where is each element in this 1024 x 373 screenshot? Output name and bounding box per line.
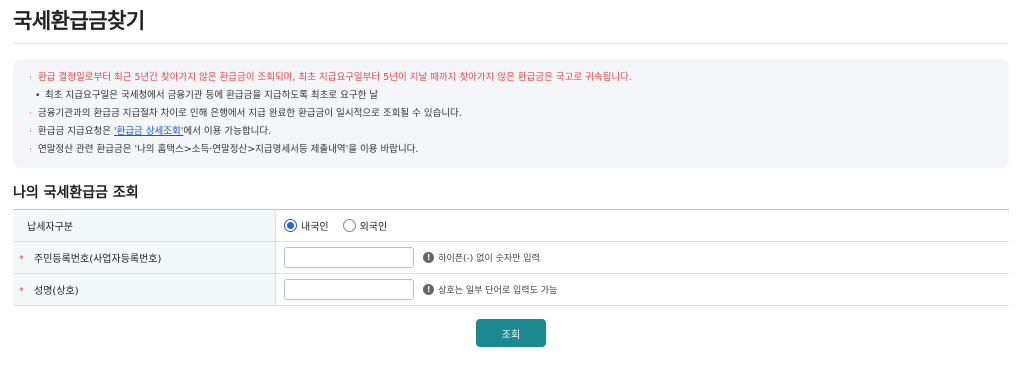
- id-number-label: 주민등록번호(사업자등록번호): [34, 254, 162, 265]
- bullet-icon: ·: [29, 109, 32, 119]
- page-title: 국세환급금찾기: [13, 9, 145, 33]
- required-mark: *: [19, 254, 24, 265]
- info-icon: !: [423, 284, 435, 295]
- title-divider: [13, 43, 1009, 44]
- notice-item: · 연말정산 관련 환급금은 '나의 홈택스>소득·연말정산>지급명세서등 제출…: [29, 141, 1009, 159]
- bullet-icon: ·: [29, 127, 32, 137]
- radio-domestic[interactable]: 내국인: [284, 218, 329, 233]
- radio-foreigner[interactable]: 외국인: [342, 218, 387, 233]
- form-row-name: * 성명(상호) ! 상호는 일부 단어로 입력도 가능: [13, 273, 1009, 306]
- bullet-icon: •: [35, 91, 41, 101]
- id-number-input[interactable]: [284, 247, 414, 268]
- notice-box: · 환급 결정일로부터 최근 5년간 찾아가지 않은 환급금이 조회되며, 최초…: [13, 59, 1009, 168]
- notice-item: · 환급금 지급요청은 '환급금 상세조회'에서 이용 가능합니다.: [29, 123, 1009, 141]
- info-icon: !: [423, 252, 435, 263]
- form-row-id-number: * 주민등록번호(사업자등록번호) ! 하이픈(-) 없이 숫자만 입력: [13, 241, 1009, 274]
- radio-unchecked-icon[interactable]: [342, 219, 356, 232]
- notice-sub-item: • 최초 지급요구일은 국세청에서 금융기관 등에 환급금을 지급하도록 최초로…: [29, 87, 1009, 105]
- name-label: 성명(상호): [34, 286, 79, 297]
- taxpayer-type-label: 납세자구분: [13, 209, 276, 242]
- search-button[interactable]: 조회: [476, 319, 546, 347]
- notice-item: · 환급 결정일로부터 최근 5년간 찾아가지 않은 환급금이 조회되며, 최초…: [29, 69, 1009, 87]
- bullet-icon: ·: [29, 145, 32, 155]
- id-number-hint: ! 하이픈(-) 없이 숫자만 입력: [423, 251, 540, 264]
- bullet-icon: ·: [29, 73, 32, 83]
- refund-detail-link[interactable]: '환급금 상세조회': [114, 126, 183, 137]
- name-input[interactable]: [284, 279, 414, 300]
- name-hint: ! 상호는 일부 단어로 입력도 가능: [423, 283, 557, 296]
- refund-search-form: 납세자구분 내국인 외국인 * 주민등록번호(사업자등록번호) ! 하이픈(-) …: [13, 209, 1009, 306]
- required-mark: *: [19, 286, 24, 297]
- form-row-taxpayer-type: 납세자구분 내국인 외국인: [13, 209, 1009, 242]
- notice-item: · 금융기관과의 환급금 지급절차 차이로 인해 은행에서 지급 완료한 환급금…: [29, 105, 1009, 123]
- section-title: 나의 국세환급금 조회: [13, 185, 139, 201]
- radio-checked-icon[interactable]: [284, 219, 297, 232]
- taxpayer-type-radio-group: 내국인 외국인: [284, 218, 1009, 233]
